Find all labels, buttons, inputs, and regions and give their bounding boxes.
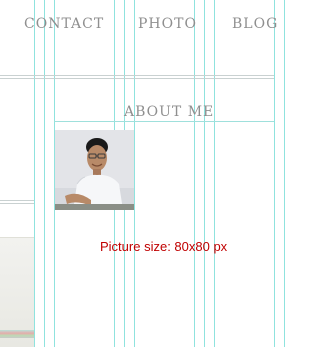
layout-guide-line [34,0,35,347]
side-divider [0,203,34,204]
layout-guide-line [284,0,285,347]
layout-guide-line [214,0,215,347]
layout-guide-line [194,0,195,347]
nav-link-blog[interactable]: BLOG [232,15,278,33]
side-divider [0,200,34,201]
header-divider [0,78,274,79]
nav-link-photo[interactable]: PHOTO [138,15,197,33]
layout-guide-line [134,0,135,347]
side-image-stripes [0,330,34,338]
builder-canvas: CONTACT PHOTO BLOG ABOUT ME Picture size… [0,0,305,347]
header-divider [0,75,274,76]
profile-photo-icon [55,130,134,210]
layout-guide-line [204,0,205,347]
picture-size-note: Picture size: 80x80 px [100,239,228,254]
nav-link-contact[interactable]: CONTACT [24,15,104,33]
layout-guide-line [44,0,45,347]
section-divider [54,121,274,122]
section-title-about: ABOUT ME [124,104,215,120]
layout-guide-line [274,0,275,347]
profile-photo[interactable] [55,130,134,210]
